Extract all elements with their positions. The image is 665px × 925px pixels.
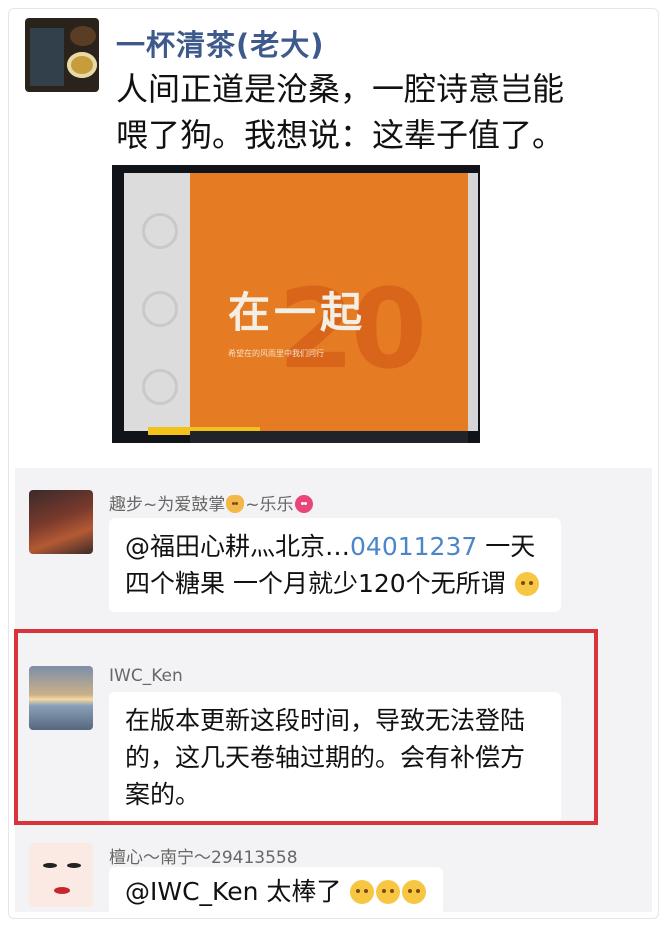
image-right-panel: [468, 173, 478, 431]
mention-number[interactable]: 04011237: [350, 532, 477, 561]
circle-icon: [142, 291, 178, 327]
comment-bubble: @福田心耕灬北京…04011237 一天四个糖果 一个月就少120个无所谓: [109, 518, 561, 612]
commenter-name-suffix: ~乐乐: [245, 495, 294, 515]
hugging-face-emoji: [402, 880, 427, 904]
highlight-box: [14, 629, 598, 825]
circle-icon: [142, 369, 178, 405]
author-avatar[interactable]: [25, 18, 99, 92]
clap-emoji: [226, 495, 245, 513]
commenter-name[interactable]: 趣步~为爱鼓掌 ~乐乐: [109, 490, 314, 515]
image-orange-panel: 20 在一起 希望在的风雨里中我们同行: [190, 173, 468, 431]
post-text-line-1: 人间正道是沧桑，一腔诗意岂能: [116, 70, 565, 108]
circle-icon: [142, 213, 178, 249]
hugging-face-emoji: [376, 880, 401, 904]
image-floor: [190, 431, 468, 443]
image-headline: 在一起: [228, 288, 367, 337]
image-subtext: 希望在的风雨里中我们同行: [228, 349, 324, 358]
comment-bubble: @IWC_Ken 太棒了: [109, 867, 444, 916]
book-graphic: [30, 28, 64, 86]
commenter-avatar[interactable]: [29, 843, 93, 907]
post-text-line-2: 喂了狗。我想说：这辈子值了。: [116, 116, 565, 154]
mention-text[interactable]: @福田心耕灬北京…: [125, 532, 350, 561]
comment-text: @IWC_Ken 太棒了: [125, 877, 342, 906]
post-text: 人间正道是沧桑，一腔诗意岂能 喂了狗。我想说：这辈子值了。: [116, 66, 636, 158]
pleading-face-emoji: [514, 572, 539, 596]
commenter-name-text: 趣步~为爱鼓掌: [109, 495, 226, 515]
tea-cup-graphic: [67, 52, 97, 78]
commenter-avatar[interactable]: [29, 490, 93, 554]
hugging-face-emoji: [350, 880, 375, 904]
tea-leaf-graphic: [70, 26, 96, 46]
commenter-name[interactable]: 檀心～南宁～29413558: [109, 843, 298, 868]
author-name[interactable]: 一杯清茶(老大): [116, 22, 325, 64]
post-image[interactable]: 20 在一起 希望在的风雨里中我们同行: [112, 165, 480, 443]
image-left-panel: [124, 173, 190, 431]
two-hearts-emoji: [294, 495, 313, 513]
